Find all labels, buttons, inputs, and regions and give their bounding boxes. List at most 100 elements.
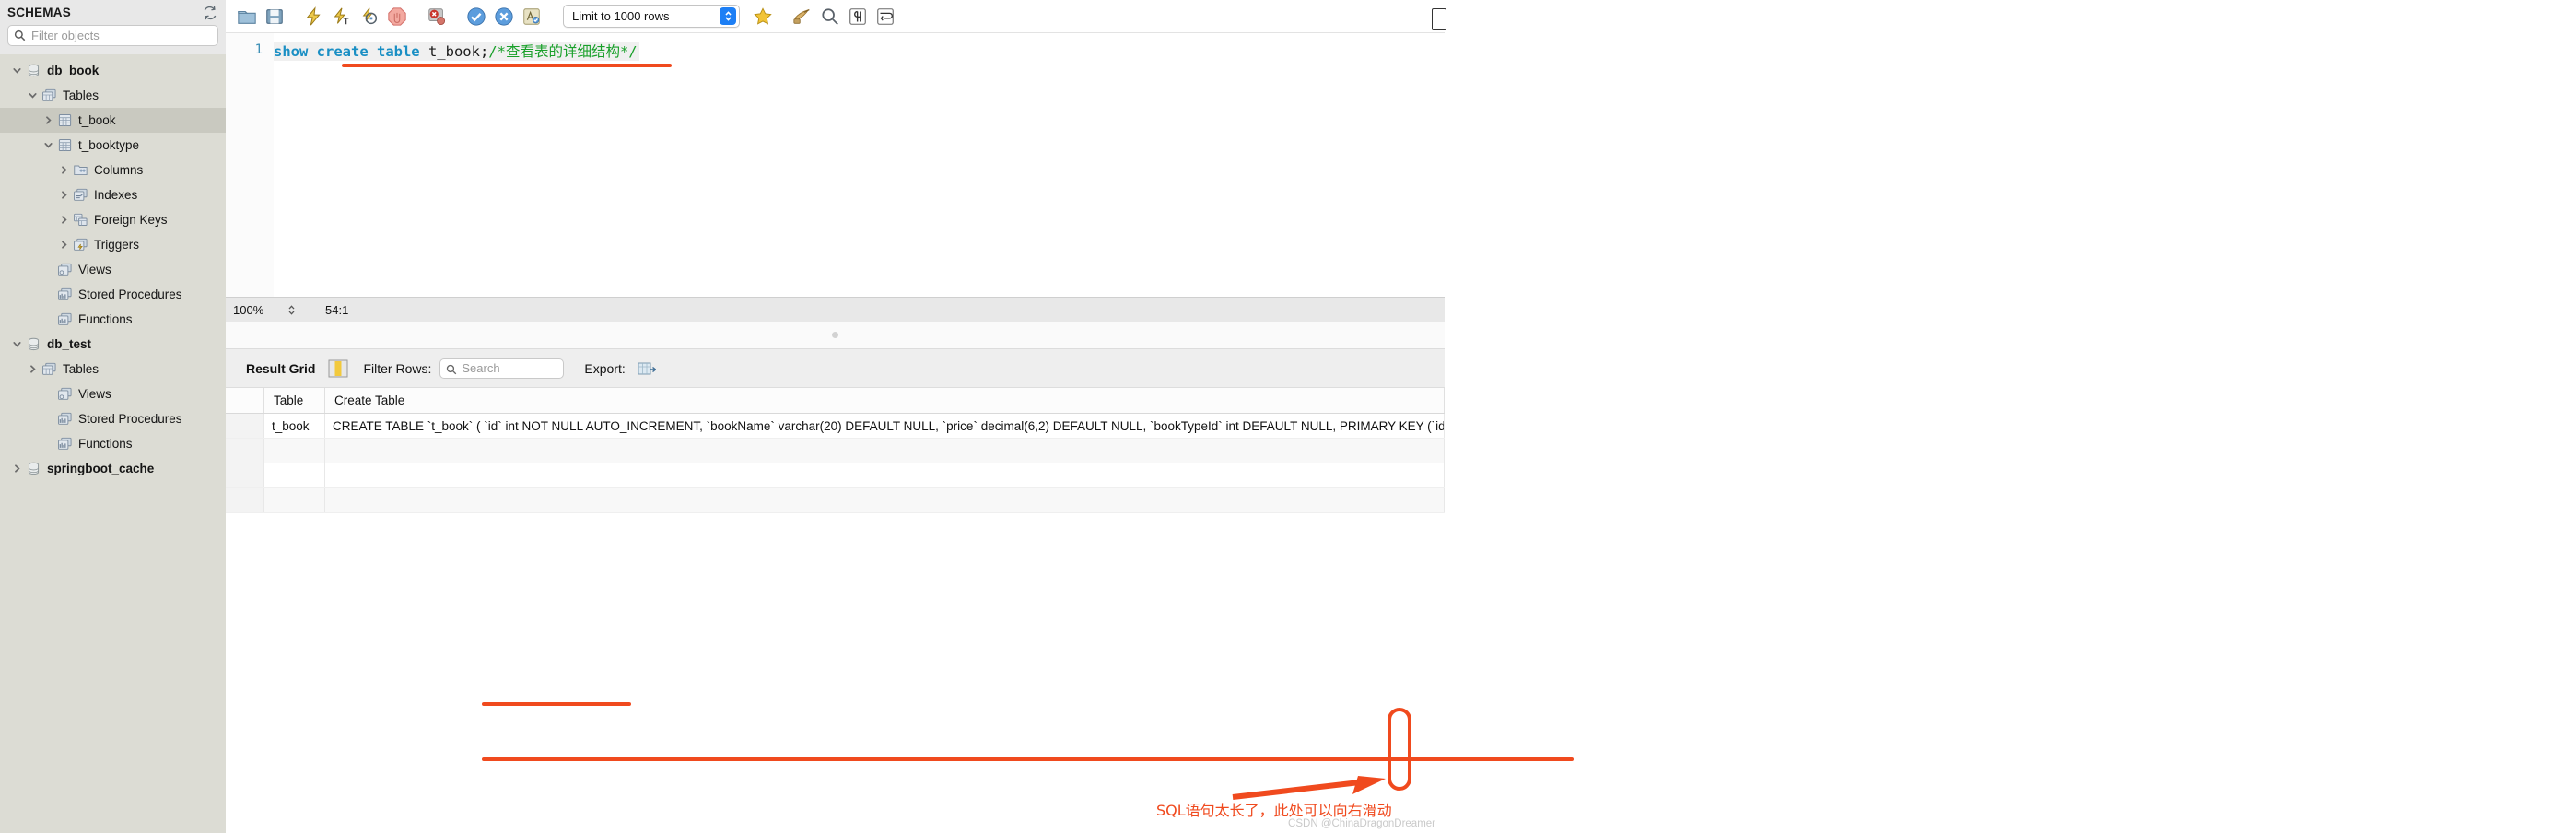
table-row[interactable]: t_book CREATE TABLE `t_book` ( `id` int N…	[226, 414, 1445, 439]
tree-item-stored-procedures[interactable]: Stored Procedures	[0, 282, 226, 307]
tree-item-tables[interactable]: Tables	[0, 83, 226, 108]
result-grid-tab[interactable]: Result Grid	[246, 361, 315, 376]
sql-keywords: show create table	[274, 43, 420, 60]
grid-header-create-table[interactable]: Create Table	[325, 388, 1445, 413]
tree-item-label: Views	[78, 387, 111, 401]
pilcrow-icon[interactable]	[844, 3, 872, 30]
tree-item-functions[interactable]: Functions	[0, 431, 226, 456]
snippets-star-icon[interactable]	[749, 3, 777, 30]
panel-splitter[interactable]	[226, 322, 1445, 349]
grid-header-table[interactable]: Table	[264, 388, 325, 413]
rollback-icon[interactable]	[490, 3, 518, 30]
execute-statement-icon[interactable]	[300, 3, 328, 30]
annotation-underline-sql	[342, 64, 672, 67]
chevron-updown-icon[interactable]	[720, 7, 736, 25]
cell-create-table[interactable]	[325, 463, 1445, 487]
cell-table[interactable]	[264, 488, 325, 512]
tree-item-label: Functions	[78, 312, 133, 326]
result-panel-toggle[interactable]	[1432, 8, 1446, 30]
splitter-grip-icon	[832, 332, 838, 338]
filter-objects-box[interactable]	[7, 25, 218, 46]
disclosure-down-icon[interactable]	[9, 339, 24, 349]
table-row[interactable]	[226, 463, 1445, 488]
search-icon	[14, 29, 26, 41]
disclosure-right-icon[interactable]	[56, 240, 71, 250]
cell-create-table[interactable]	[325, 488, 1445, 512]
disclosure-right-icon[interactable]	[41, 115, 55, 125]
stop-query-icon[interactable]	[383, 3, 411, 30]
tree-item-t_booktype[interactable]: t_booktype	[0, 133, 226, 158]
zoom-stepper-icon[interactable]	[287, 303, 296, 317]
tree-item-label: Foreign Keys	[94, 213, 168, 227]
commit-icon[interactable]	[463, 3, 490, 30]
execute-current-statement-icon[interactable]	[328, 3, 356, 30]
tree-item-label: Columns	[94, 163, 144, 177]
tree-item-springboot_cache[interactable]: springboot_cache	[0, 456, 226, 481]
editor-zoom-control[interactable]: 100%	[233, 303, 301, 317]
table-row[interactable]	[226, 439, 1445, 463]
tree-item-tables[interactable]: Tables	[0, 357, 226, 381]
disclosure-right-icon[interactable]	[56, 165, 71, 175]
tree-item-label: db_book	[47, 64, 100, 77]
cell-create-table[interactable]: CREATE TABLE `t_book` ( `id` int NOT NUL…	[325, 414, 1445, 438]
annotation-underline-columns	[482, 702, 631, 706]
toggle-stop-on-error-icon[interactable]	[423, 3, 451, 30]
result-grid-icon[interactable]	[328, 359, 348, 378]
cell-table[interactable]	[264, 463, 325, 487]
disclosure-right-icon[interactable]	[9, 463, 24, 474]
schemas-title: SCHEMAS	[7, 6, 71, 19]
wrap-icon[interactable]	[872, 3, 899, 30]
disclosure-down-icon[interactable]	[9, 65, 24, 76]
tree-item-views[interactable]: Views	[0, 257, 226, 282]
filter-objects-input[interactable]	[31, 29, 212, 42]
cell-create-table[interactable]	[325, 439, 1445, 463]
tree-item-db_test[interactable]: db_test	[0, 332, 226, 357]
tree-item-triggers[interactable]: Triggers	[0, 232, 226, 257]
refresh-icon[interactable]	[203, 6, 217, 20]
tree-item-label: Triggers	[94, 238, 140, 252]
zoom-level: 100%	[233, 302, 264, 317]
limit-rows-select[interactable]: Limit to 1000 rows	[563, 5, 740, 28]
filter-rows-input[interactable]	[462, 361, 558, 375]
context-help-icon[interactable]	[789, 3, 816, 30]
row-number	[226, 463, 264, 487]
result-grid[interactable]: Table Create Table t_book CREATE TABLE `t…	[226, 388, 1445, 833]
tree-item-views[interactable]: Views	[0, 381, 226, 406]
open-sql-script-icon[interactable]	[233, 3, 261, 30]
sql-editor[interactable]: 1 show create table t_book;/*查看表的详细结构*/	[226, 33, 1445, 297]
save-sql-script-icon[interactable]	[261, 3, 288, 30]
disclosure-right-icon[interactable]	[25, 364, 40, 374]
tree-item-t_book[interactable]: t_book	[0, 108, 226, 133]
tree-item-label: t_booktype	[78, 138, 140, 152]
watermark-text: CSDN @ChinaDragonDreamer	[1288, 818, 1435, 829]
autocommit-icon[interactable]	[518, 3, 545, 30]
limit-rows-label: Limit to 1000 rows	[572, 9, 670, 23]
editor-status-bar: 100% 54:1	[226, 297, 1445, 322]
procedures-icon	[55, 287, 74, 301]
tree-item-stored-procedures[interactable]: Stored Procedures	[0, 406, 226, 431]
tree-item-db_book[interactable]: db_book	[0, 58, 226, 83]
cell-table[interactable]: t_book	[264, 414, 325, 438]
editor-code-area[interactable]: show create table t_book;/*查看表的详细结构*/	[274, 33, 1445, 297]
triggers-icon	[71, 238, 89, 252]
export-label: Export:	[584, 360, 626, 376]
explain-query-icon[interactable]	[356, 3, 383, 30]
disclosure-down-icon[interactable]	[41, 140, 55, 150]
indexes-icon	[71, 188, 89, 202]
cell-table[interactable]	[264, 439, 325, 463]
tables-icon	[40, 362, 58, 376]
disclosure-down-icon[interactable]	[25, 90, 40, 100]
tree-item-columns[interactable]: Columns	[0, 158, 226, 182]
table-row[interactable]	[226, 488, 1445, 513]
sql-statement-line[interactable]: show create table t_book;/*查看表的详细结构*/	[274, 42, 639, 61]
tree-item-foreign-keys[interactable]: Foreign Keys	[0, 207, 226, 232]
disclosure-right-icon[interactable]	[56, 215, 71, 225]
tree-item-indexes[interactable]: Indexes	[0, 182, 226, 207]
filter-rows-box[interactable]	[439, 358, 565, 379]
schema-tree: db_book Tables t_book t_booktype Columns Inde…	[0, 54, 226, 833]
tree-item-functions[interactable]: Functions	[0, 307, 226, 332]
search-icon[interactable]	[816, 3, 844, 30]
disclosure-right-icon[interactable]	[56, 190, 71, 200]
schemas-sidebar: SCHEMAS db_book Tables t_book t_booktype Col…	[0, 0, 226, 833]
export-icon[interactable]	[638, 360, 657, 377]
